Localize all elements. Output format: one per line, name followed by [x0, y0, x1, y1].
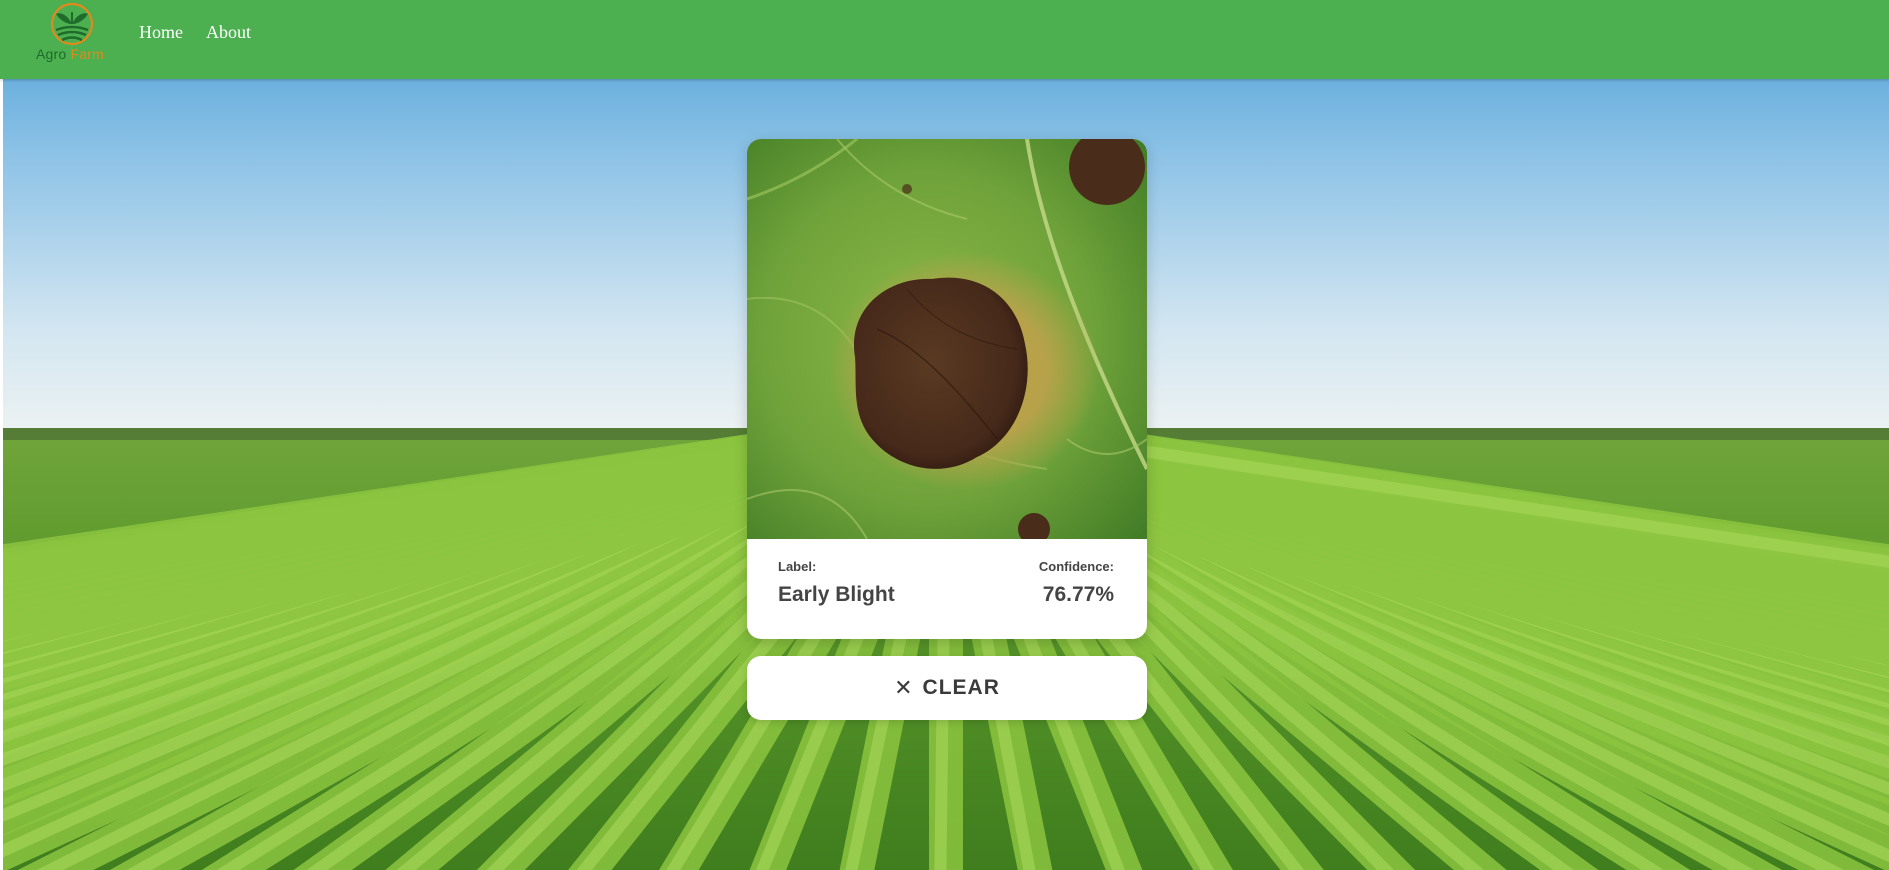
logo-word-agro: Agro	[36, 46, 67, 62]
label-value: Early Blight	[778, 583, 895, 606]
confidence-caption: Confidence:	[1038, 559, 1114, 574]
top-navbar: Agro Farm Home About	[0, 0, 1889, 79]
clear-button[interactable]: ✕ CLEAR	[747, 656, 1147, 720]
prediction-card: Label: Early Blight Confidence: 76.77%	[747, 139, 1147, 639]
logo-emblem-icon	[50, 2, 94, 46]
nav-link-home[interactable]: Home	[139, 22, 183, 43]
logo-word-farm: Farm	[70, 46, 104, 62]
label-caption: Label:	[778, 559, 817, 574]
page: Agro Farm Home About Label: Early Blight…	[0, 0, 1889, 870]
close-icon: ✕	[894, 675, 913, 700]
uploaded-leaf-image	[747, 139, 1147, 539]
agrofarm-logo[interactable]: Agro Farm	[34, 2, 110, 64]
confidence-value: 76.77%	[1042, 583, 1114, 606]
nav-link-about[interactable]: About	[206, 22, 251, 43]
clear-button-label: CLEAR	[922, 676, 1000, 699]
confidence-column: Confidence: 76.77%	[1039, 559, 1114, 607]
logo-text: Agro Farm	[36, 46, 104, 62]
prediction-result: Label: Early Blight Confidence: 76.77%	[747, 539, 1147, 639]
label-column: Label: Early Blight	[778, 559, 895, 607]
